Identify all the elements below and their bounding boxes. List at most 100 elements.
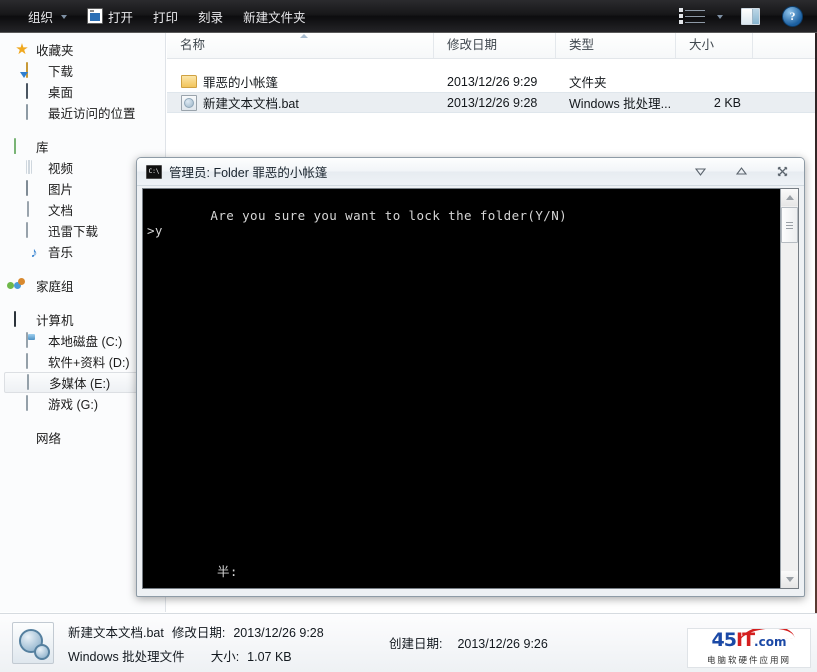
- toolbar-button-burn[interactable]: 刻录: [188, 0, 233, 32]
- file-name-label: 罪恶的小帐篷: [203, 76, 279, 90]
- sidebar-item-label: 音乐: [48, 246, 74, 260]
- details-created-label: 创建日期:: [389, 637, 443, 651]
- toolbar-label: 打印: [153, 10, 179, 25]
- toolbar-label: 新建文件夹: [243, 10, 306, 25]
- console-output[interactable]: Are you sure you want to lock the folder…: [143, 189, 780, 588]
- chevron-down-icon: [717, 15, 723, 19]
- command-prompt-window: C:\ 管理员: Folder 罪恶的小帐篷 Are you sure you …: [136, 157, 805, 597]
- views-icon: [679, 8, 705, 24]
- details-line-2: Windows 批处理文件 大小: 1.07 KB: [68, 646, 324, 665]
- thunder-download-icon: [26, 221, 42, 239]
- local-disk-icon: [26, 331, 42, 349]
- column-header-row: 名称 修改日期 类型 大小: [167, 33, 817, 59]
- details-filename: 新建文本文档.bat: [68, 625, 164, 640]
- details-line-1: 新建文本文档.bat 修改日期: 2013/12/26 9:28: [68, 622, 324, 641]
- scroll-down-button[interactable]: [781, 571, 798, 588]
- details-created-value: 2013/12/26 9:26: [457, 637, 548, 651]
- table-row[interactable]: 新建文本文档.bat 2013/12/26 9:28 Windows 批处理..…: [167, 92, 817, 113]
- list-top-spacer: [167, 59, 817, 71]
- sidebar-item-label: 计算机: [36, 314, 74, 328]
- console-scrollbar[interactable]: [780, 189, 798, 588]
- column-header-label: 大小: [689, 38, 715, 52]
- sidebar-item-label: 文档: [48, 204, 74, 218]
- column-header-name[interactable]: 名称: [167, 33, 434, 58]
- maximize-button[interactable]: [734, 164, 749, 179]
- music-icon: ♪: [30, 243, 38, 260]
- details-modified-label: 修改日期:: [171, 625, 226, 640]
- details-size-label: 大小:: [210, 649, 240, 664]
- console-body: Are you sure you want to lock the folder…: [142, 188, 799, 589]
- cell-type: Windows 批处理...: [569, 97, 672, 111]
- sidebar-item-libraries[interactable]: 库: [0, 136, 165, 157]
- toolbar-label: 刻录: [198, 10, 224, 25]
- sidebar-item-label: 视频: [48, 162, 74, 176]
- toolbar-button-organize[interactable]: 组织: [0, 0, 77, 32]
- cell-size: 2 KB: [713, 95, 741, 110]
- window-controls: [693, 164, 804, 179]
- close-button[interactable]: [775, 164, 790, 179]
- network-icon: [14, 430, 30, 446]
- sidebar-item-downloads[interactable]: 下载: [0, 60, 165, 81]
- table-row[interactable]: 罪恶的小帐篷 2013/12/26 9:29 文件夹: [167, 71, 817, 92]
- toolbar-button-new-folder[interactable]: 新建文件夹: [233, 0, 316, 32]
- toolbar-label: 打开: [108, 10, 134, 25]
- open-icon: [87, 8, 104, 24]
- column-header-size[interactable]: 大小: [676, 33, 753, 58]
- details-filetype: Windows 批处理文件: [68, 649, 185, 664]
- star-icon: ★: [15, 40, 29, 58]
- toolbar-button-print[interactable]: 打印: [143, 0, 188, 32]
- sidebar-divider: [0, 123, 165, 136]
- cell-type: 文件夹: [569, 76, 607, 90]
- sidebar-item-label: 多媒体 (E:): [49, 377, 111, 391]
- sidebar-item-drive-e[interactable]: 多媒体 (E:): [4, 372, 155, 393]
- help-icon: ?: [782, 5, 803, 27]
- sidebar-item-desktop[interactable]: 桌面: [0, 81, 165, 102]
- drive-icon: [26, 394, 42, 412]
- sidebar-item-label: 最近访问的位置: [48, 107, 136, 121]
- watermark-main: 45: [711, 628, 737, 651]
- document-icon: [26, 200, 42, 218]
- column-header-modified[interactable]: 修改日期: [434, 33, 556, 58]
- column-header-extra[interactable]: [753, 33, 815, 58]
- details-text: 新建文本文档.bat 修改日期: 2013/12/26 9:28 Windows…: [68, 622, 324, 665]
- details-size-value: 1.07 KB: [247, 649, 292, 664]
- sidebar-item-recent-places[interactable]: 最近访问的位置: [0, 102, 165, 123]
- explorer-window: 组织 打开 打印 刻录 新建文件夹 ? ★ 收藏夹 下载 桌面 最近访问的位置 …: [0, 0, 817, 672]
- sidebar-item-label: 迅雷下载: [48, 225, 99, 239]
- sort-ascending-icon: [300, 34, 308, 38]
- preview-pane-icon: [741, 7, 760, 25]
- cell-size: [676, 71, 753, 92]
- details-modified-value: 2013/12/26 9:28: [233, 625, 324, 640]
- gear-icon: [34, 644, 50, 660]
- watermark-subtitle: 电脑软硬件应用网: [706, 654, 791, 665]
- toolbar-button-preview-pane[interactable]: [729, 0, 772, 32]
- file-name-label: 新建文本文档.bat: [203, 97, 299, 111]
- toolbar-button-open[interactable]: 打开: [77, 0, 143, 32]
- toolbar-button-help[interactable]: ?: [772, 0, 817, 32]
- sidebar-item-label: 本地磁盘 (C:): [48, 335, 123, 349]
- chevron-down-icon: [785, 577, 794, 582]
- console-bottom-text: 半:: [217, 564, 238, 579]
- recent-places-icon: [26, 103, 42, 121]
- picture-icon: [26, 179, 42, 197]
- homegroup-icon: [7, 277, 30, 294]
- cmd-icon: C:\: [146, 164, 162, 179]
- watermark-logo: 45IT.com: [711, 628, 795, 652]
- sidebar-item-favorites[interactable]: ★ 收藏夹: [0, 39, 165, 60]
- column-header-type[interactable]: 类型: [556, 33, 676, 58]
- computer-icon: [14, 310, 30, 328]
- toolbar-button-views[interactable]: [669, 0, 729, 32]
- cell-name: 罪恶的小帐篷: [167, 71, 434, 92]
- downloads-icon: [26, 61, 42, 79]
- scrollbar-thumb[interactable]: [781, 207, 798, 243]
- console-title-bar[interactable]: C:\ 管理员: Folder 罪恶的小帐篷: [137, 158, 804, 186]
- sidebar-item-label: 网络: [36, 432, 62, 446]
- library-icon: [14, 137, 30, 155]
- sidebar-item-label: 软件+资料 (D:): [48, 356, 130, 370]
- minimize-button[interactable]: [693, 164, 708, 179]
- cell-modified: 2013/12/26 9:29: [447, 74, 538, 89]
- column-header-label: 名称: [180, 38, 206, 52]
- sidebar-item-label: 收藏夹: [36, 44, 74, 58]
- chevron-up-icon: [785, 195, 794, 200]
- scroll-up-button[interactable]: [781, 189, 798, 206]
